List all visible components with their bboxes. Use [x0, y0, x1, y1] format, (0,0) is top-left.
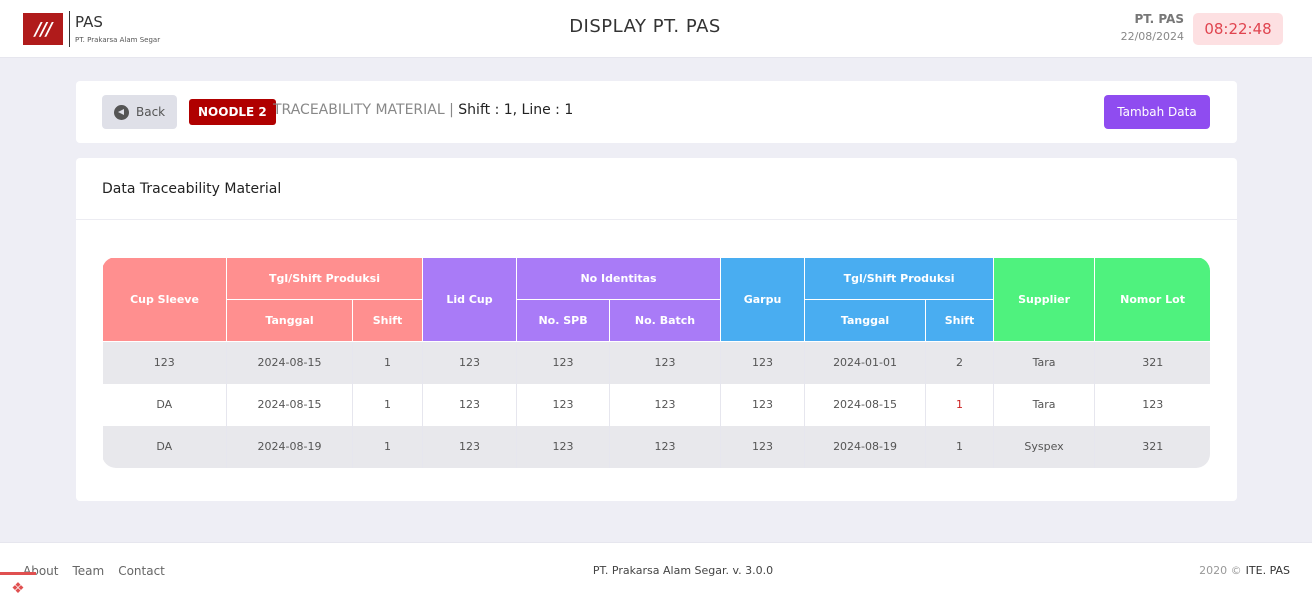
- cell-no-spb: 123: [516, 341, 610, 384]
- footer-year: 2020 ©: [1199, 564, 1242, 577]
- cell-lid-cup: 123: [422, 425, 517, 468]
- cell-no-batch: 123: [609, 425, 721, 468]
- cell-tanggal-2: 2024-08-15: [804, 383, 926, 426]
- traceability-table-wrapper: Cup Sleeve Tgl/Shift Produksi Lid Cup No…: [102, 257, 1210, 468]
- cell-shift-1: 1: [351, 341, 423, 384]
- laravel-icon[interactable]: ❖: [0, 572, 36, 600]
- cell-garpu: 123: [720, 383, 805, 426]
- company-name: PT. PAS: [1134, 12, 1184, 26]
- header-tgl-shift-produksi-2: Tgl/Shift Produksi: [804, 257, 995, 300]
- footer-version: PT. Prakarsa Alam Segar. v. 3.0.0: [592, 564, 774, 577]
- cell-garpu: 123: [720, 425, 805, 468]
- table-row: DA 2024-08-19 1 123 123 123 123 2024-08-…: [102, 425, 1210, 468]
- cell-nomor-lot: 321: [1094, 425, 1210, 468]
- table-row: 123 2024-08-15 1 123 123 123 123 2024-01…: [102, 341, 1210, 384]
- current-date: 22/08/2024: [1120, 30, 1184, 43]
- data-card: Data Traceability Material Cup Sleeve Tg…: [76, 158, 1237, 501]
- cell-shift-2: 2: [925, 341, 994, 384]
- cell-supplier: Syspex: [993, 425, 1095, 468]
- cell-supplier: Tara: [993, 383, 1095, 426]
- cell-nomor-lot: 123: [1094, 383, 1210, 426]
- cell-shift-2: 1: [925, 425, 994, 468]
- header-tanggal-2: Tanggal: [804, 299, 927, 342]
- clock-display: 08:22:48: [1193, 13, 1283, 45]
- page-title-text: TRACEABILITY MATERIAL: [273, 102, 445, 118]
- cell-lid-cup: 123: [422, 341, 517, 384]
- page-title: TRACEABILITY MATERIAL | Shift : 1, Line …: [273, 102, 573, 118]
- back-button[interactable]: Back: [102, 95, 177, 129]
- header-shift-1: Shift: [351, 299, 424, 342]
- cell-no-batch: 123: [609, 341, 721, 384]
- cell-tanggal-1: 2024-08-15: [226, 341, 353, 384]
- cell-cup-sleeve: DA: [102, 425, 227, 468]
- cell-no-spb: 123: [516, 383, 610, 426]
- title-separator: |: [449, 102, 454, 118]
- header-nomor-lot: Nomor Lot: [1094, 257, 1210, 342]
- traceability-table: Cup Sleeve Tgl/Shift Produksi Lid Cup No…: [102, 257, 1210, 468]
- cell-tanggal-1: 2024-08-15: [226, 383, 353, 426]
- header-no-identitas: No Identitas: [516, 257, 722, 300]
- cell-lid-cup: 123: [422, 383, 517, 426]
- header-garpu: Garpu: [720, 257, 806, 342]
- cell-nomor-lot: 321: [1094, 341, 1210, 384]
- header-no-spb: No. SPB: [516, 299, 611, 342]
- header-shift-2: Shift: [925, 299, 995, 342]
- cell-no-batch: 123: [609, 383, 721, 426]
- header-supplier: Supplier: [993, 257, 1096, 342]
- cell-cup-sleeve: DA: [102, 383, 227, 426]
- line-badge: NOODLE 2: [189, 99, 276, 125]
- table-row: DA 2024-08-15 1 123 123 123 123 2024-08-…: [102, 383, 1210, 426]
- arrow-left-circle-icon: [114, 104, 129, 120]
- add-data-button[interactable]: Tambah Data: [1104, 95, 1210, 129]
- card-title: Data Traceability Material: [76, 158, 1237, 220]
- footer-brand: ITE. PAS: [1245, 564, 1290, 577]
- app-title: DISPLAY PT. PAS: [569, 16, 721, 37]
- header-cup-sleeve: Cup Sleeve: [102, 257, 227, 342]
- cell-tanggal-1: 2024-08-19: [226, 425, 353, 468]
- cell-cup-sleeve: 123: [102, 341, 227, 384]
- back-label: Back: [136, 105, 166, 119]
- header-no-batch: No. Batch: [609, 299, 722, 342]
- header-tanggal-1: Tanggal: [226, 299, 353, 342]
- cell-shift-1: 1: [351, 425, 423, 468]
- cell-shift-2: 1: [925, 383, 994, 426]
- footer: About Team Contact PT. Prakarsa Alam Seg…: [0, 542, 1312, 600]
- cell-tanggal-2: 2024-01-01: [804, 341, 926, 384]
- shift-info: Shift : 1, Line : 1: [458, 102, 574, 118]
- cell-tanggal-2: 2024-08-19: [804, 425, 926, 468]
- toolbar-card: Back NOODLE 2 TRACEABILITY MATERIAL | Sh…: [76, 81, 1237, 143]
- header-lid-cup: Lid Cup: [422, 257, 518, 342]
- top-bar: /// PAS PT. Prakarsa Alam Segar DISPLAY …: [0, 0, 1312, 58]
- cell-no-spb: 123: [516, 425, 610, 468]
- cell-shift-1: 1: [351, 383, 423, 426]
- footer-copyright: 2020 © ITE. PAS: [1199, 564, 1290, 577]
- cell-supplier: Tara: [993, 341, 1095, 384]
- header-tgl-shift-produksi-1: Tgl/Shift Produksi: [225, 257, 424, 300]
- logo-subtitle: PT. Prakarsa Alam Segar: [75, 36, 161, 44]
- cell-garpu: 123: [720, 341, 805, 384]
